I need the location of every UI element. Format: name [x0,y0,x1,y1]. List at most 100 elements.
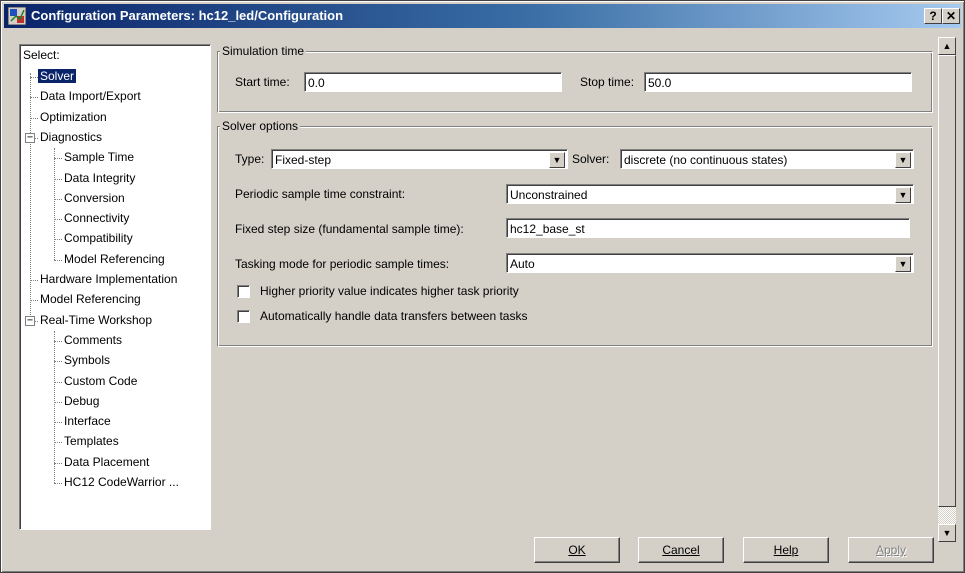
tree-guide-line [30,77,38,78]
chevron-down-icon: ▼ [898,259,908,269]
tasking-mode-value: Auto [510,257,535,271]
ok-button-label: OK [568,543,586,557]
help-button-label: Help [773,543,799,557]
apply-button-label: Apply [875,543,907,557]
fixed-step-input[interactable]: hc12_base_st [506,218,910,238]
tree-item-label: Optimization [40,109,107,124]
tree-item-symbols[interactable]: Symbols [62,351,112,370]
tree-item-conversion[interactable]: Conversion [62,189,127,208]
tree-guide-line [30,73,31,321]
cancel-button[interactable]: Cancel [638,537,724,563]
tree-header: Select: [23,48,60,62]
tree-item-label: Interface [64,414,111,429]
chevron-down-icon: ▼ [552,155,562,165]
higher-priority-checkbox[interactable] [237,285,250,298]
type-dropdown-arrow[interactable]: ▼ [549,152,565,168]
scroll-up-button[interactable]: ▲ [938,37,956,55]
tree-guide-line [30,97,38,99]
chevron-down-icon: ▼ [898,155,908,165]
fixed-step-value: hc12_base_st [510,222,585,236]
tree-item-label: Model Referencing [64,251,165,266]
ok-button[interactable]: OK [534,537,620,563]
cancel-button-label: Cancel [662,543,700,557]
type-value: Fixed-step [275,153,332,167]
tree-item-data-import-export[interactable]: Data Import/Export [38,87,143,106]
type-dropdown[interactable]: Fixed-step ▼ [271,149,568,169]
handle-transfers-label[interactable]: Automatically handle data transfers betw… [260,309,527,323]
tree-guide-line [30,280,38,281]
tree-item-label: Data Placement [64,454,150,469]
tree-guide-line [54,158,62,160]
simulation-time-group: Simulation time Start time: 0.0 Stop tim… [217,44,933,113]
periodic-constraint-arrow[interactable]: ▼ [895,187,911,203]
tree-guide-line [54,148,55,260]
tree-item-label: Compatibility [64,231,133,246]
tree-item-diagnostics[interactable]: Diagnostics [38,128,104,147]
tree-item-templates[interactable]: Templates [62,432,121,451]
tree-guide-line [30,300,38,302]
solver-dropdown-arrow[interactable]: ▼ [895,152,911,168]
help-button[interactable]: Help [743,537,829,563]
periodic-constraint-dropdown[interactable]: Unconstrained ▼ [506,184,914,204]
tree-item-real-time-workshop[interactable]: Real-Time Workshop [38,311,154,330]
tree-item-custom-code[interactable]: Custom Code [62,372,139,391]
tree-guide-line [54,239,62,241]
fixed-step-label: Fixed step size (fundamental sample time… [235,222,464,236]
tree-item-debug[interactable]: Debug [62,392,101,411]
simulink-app-icon [8,7,26,25]
select-tree-panel[interactable]: Select: Solver Data Import/Export Optimiza… [19,44,211,530]
tree-guide-line [54,330,55,483]
tree-guide-line [54,422,62,424]
tree-guide-line [54,198,62,200]
tree-item-compatibility[interactable]: Compatibility [62,229,135,248]
tree-item-interface[interactable]: Interface [62,412,113,431]
tree-guide-line [54,442,62,444]
tree-item-label: Hardware Implementation [40,272,178,286]
tree-item-hc12-codewarrior[interactable]: HC12 CodeWarrior ... [62,473,181,492]
start-time-value: 0.0 [308,76,325,90]
tree-item-data-placement[interactable]: Data Placement [62,453,151,472]
vertical-scrollbar[interactable]: ▲ ▼ [938,37,956,542]
tree-item-optimization[interactable]: Optimization [38,108,109,127]
close-title-button[interactable]: ✕ [942,8,960,24]
handle-transfers-checkbox[interactable] [237,310,250,323]
apply-button[interactable]: Apply [848,537,934,563]
scroll-down-button[interactable]: ▼ [938,524,956,542]
tree-item-label: Templates [64,434,119,449]
solver-dropdown[interactable]: discrete (no continuous states) ▼ [620,149,914,169]
periodic-constraint-value: Unconstrained [510,188,588,202]
tree-item-sample-time[interactable]: Sample Time [62,148,136,167]
tree-item-model-referencing[interactable]: Model Referencing [62,250,167,269]
title-bar[interactable]: Configuration Parameters: hc12_led/Confi… [4,4,961,28]
stop-time-input[interactable]: 50.0 [644,72,912,92]
start-time-input[interactable]: 0.0 [304,72,562,92]
arrow-up-icon: ▲ [942,41,952,51]
tree-item-label: Data Import/Export [40,89,141,104]
tree-item-comments[interactable]: Comments [62,331,124,350]
tree-item-label: Conversion [64,190,125,205]
tree-guide-line [54,178,62,180]
scroll-thumb[interactable] [938,55,956,507]
solver-value: discrete (no continuous states) [624,153,788,167]
tree-item-hardware-implementation[interactable]: Hardware Implementation [38,270,179,289]
tree-item-model-referencing[interactable]: Model Referencing [38,290,143,309]
tasking-mode-arrow[interactable]: ▼ [895,256,911,272]
tree-item-data-integrity[interactable]: Data Integrity [62,169,137,188]
tree-item-label: Real-Time Workshop [40,312,153,327]
tasking-mode-dropdown[interactable]: Auto ▼ [506,253,914,273]
tree-guide-line [54,219,62,221]
collapse-icon[interactable]: − [25,132,35,143]
tree-item-solver[interactable]: Solver [38,67,77,86]
simulation-time-title: Simulation time [220,44,307,58]
tree-item-connectivity[interactable]: Connectivity [62,209,131,228]
close-icon: ✕ [945,9,957,23]
help-title-button[interactable]: ? [924,8,942,24]
higher-priority-label[interactable]: Higher priority value indicates higher t… [260,284,519,298]
config-parameters-window: Configuration Parameters: hc12_led/Confi… [0,0,965,573]
window-title: Configuration Parameters: hc12_led/Confi… [31,8,344,23]
tasking-mode-label: Tasking mode for periodic sample times: [235,257,450,271]
tree-item-label: Diagnostics [40,129,103,144]
chevron-down-icon: ▼ [898,190,908,200]
collapse-icon[interactable]: − [25,315,35,326]
tree-item-label: Data Integrity [64,170,136,185]
